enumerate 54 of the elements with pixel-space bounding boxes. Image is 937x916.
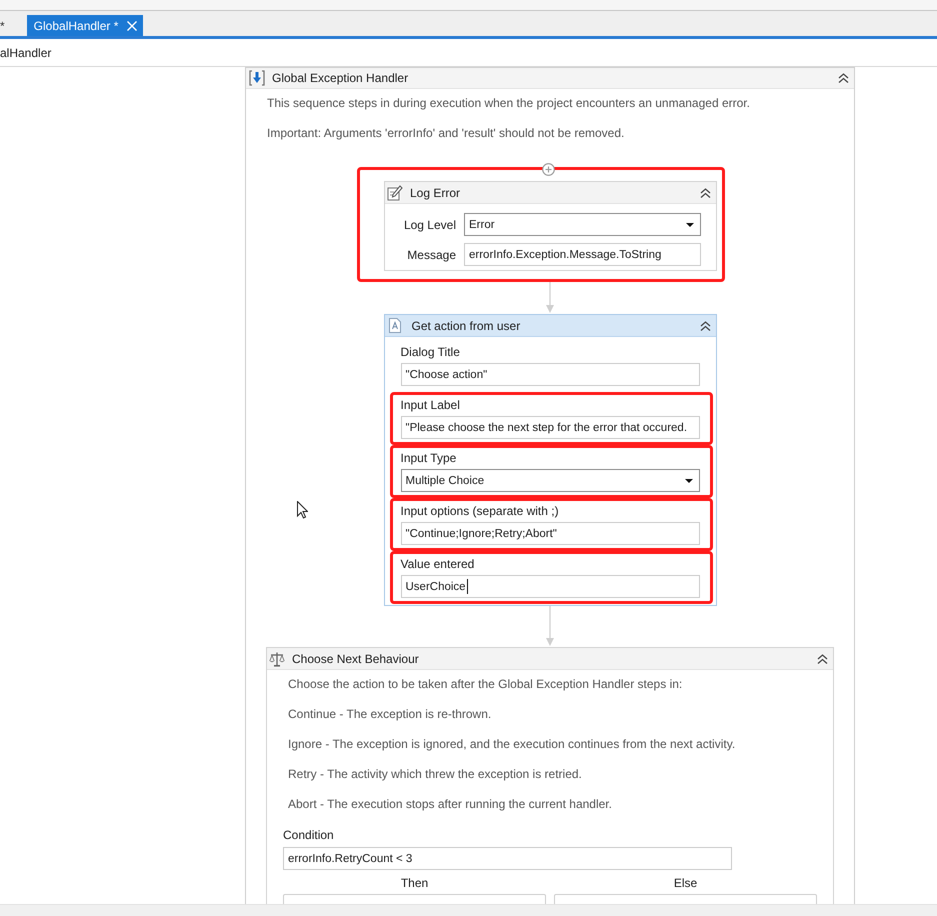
description-text: Choose the action to be taken after the Global Exception Handler steps in:: [288, 676, 684, 692]
input-field[interactable]: errorInfo.Exception.Message.ToString: [464, 243, 701, 266]
field-label: Value entered: [400, 556, 476, 572]
activity-title: Choose Next Behaviour: [292, 652, 420, 666]
field-label: Log Level: [404, 218, 456, 232]
pencil-note-icon: [387, 184, 403, 200]
tab[interactable]: GlobalHandler *: [26, 15, 144, 36]
activity-header[interactable]: Get action from user: [384, 315, 716, 337]
field-label: Dialog Title: [400, 344, 461, 360]
connector-arrow: [545, 606, 555, 647]
activity-header[interactable]: Choose Next Behaviour: [267, 648, 833, 670]
caret-icon: [686, 222, 694, 226]
activity-card[interactable]: [266, 647, 834, 904]
description-text: Continue - The exception is re-thrown.: [288, 706, 492, 722]
plus-circle-icon[interactable]: [542, 163, 554, 176]
input-field[interactable]: "Continue;Ignore;Retry;Abort": [400, 522, 700, 545]
activity-title: Get action from user: [412, 318, 522, 332]
field-label: Message: [407, 248, 456, 262]
description-text: Ignore - The exception is ignored, and the execution continues from the next activity.: [288, 736, 736, 752]
description-text: Abort - The execution stops after running the current handler.: [288, 796, 613, 812]
double-chevron-up-icon[interactable]: [817, 654, 828, 664]
description-text: Retry - The activity which threw the exception is retried.: [288, 766, 583, 782]
bracket-arrow-icon: [249, 70, 265, 86]
tab[interactable]: *: [0, 15, 27, 36]
scales-icon: [269, 650, 285, 666]
input-field[interactable]: UserChoice: [400, 575, 700, 598]
description-text: Important: Arguments 'errorInfo' and 'result' should not be removed.: [267, 125, 626, 141]
field-label: Input options (separate with ;): [400, 503, 560, 519]
double-chevron-up-icon[interactable]: [700, 320, 710, 330]
activity-title: Log Error: [410, 186, 462, 200]
input-field[interactable]: "Choose action": [400, 363, 700, 386]
double-chevron-up-icon[interactable]: [700, 188, 711, 198]
sequence-title: Global Exception Handler: [272, 71, 410, 85]
connector-arrow: [545, 282, 555, 314]
caret-icon: [684, 478, 692, 482]
input-field[interactable]: errorInfo.RetryCount < 3: [283, 847, 732, 870]
breadcrumb[interactable]: alHandler: [0, 46, 52, 60]
field-label: Input Label: [400, 397, 461, 413]
field-label: Input Type: [400, 450, 458, 466]
branch-label: Else: [674, 875, 698, 891]
dropdown[interactable]: Error: [464, 213, 701, 236]
double-chevron-up-icon[interactable]: [838, 73, 849, 83]
branch-label: Then: [400, 875, 428, 891]
field-label: Condition: [283, 827, 334, 843]
activity-card[interactable]: Log Error Log Level Error Message errorInfo.Exception.Message.ToString: [384, 181, 717, 271]
activity-header[interactable]: Log Error: [385, 182, 716, 204]
input-field[interactable]: "Please choose the next step for the error that occured.: [400, 416, 700, 439]
description-text: This sequence steps in during execution when the project encounters an unmanaged error.: [267, 95, 751, 111]
document-icon: [388, 318, 400, 333]
activity-card[interactable]: [384, 314, 716, 606]
sequence-header[interactable]: Global Exception Handler: [246, 68, 854, 89]
pointer-cursor-icon: [297, 501, 308, 519]
close-icon[interactable]: [127, 20, 138, 30]
dropdown[interactable]: Multiple Choice: [400, 469, 700, 492]
